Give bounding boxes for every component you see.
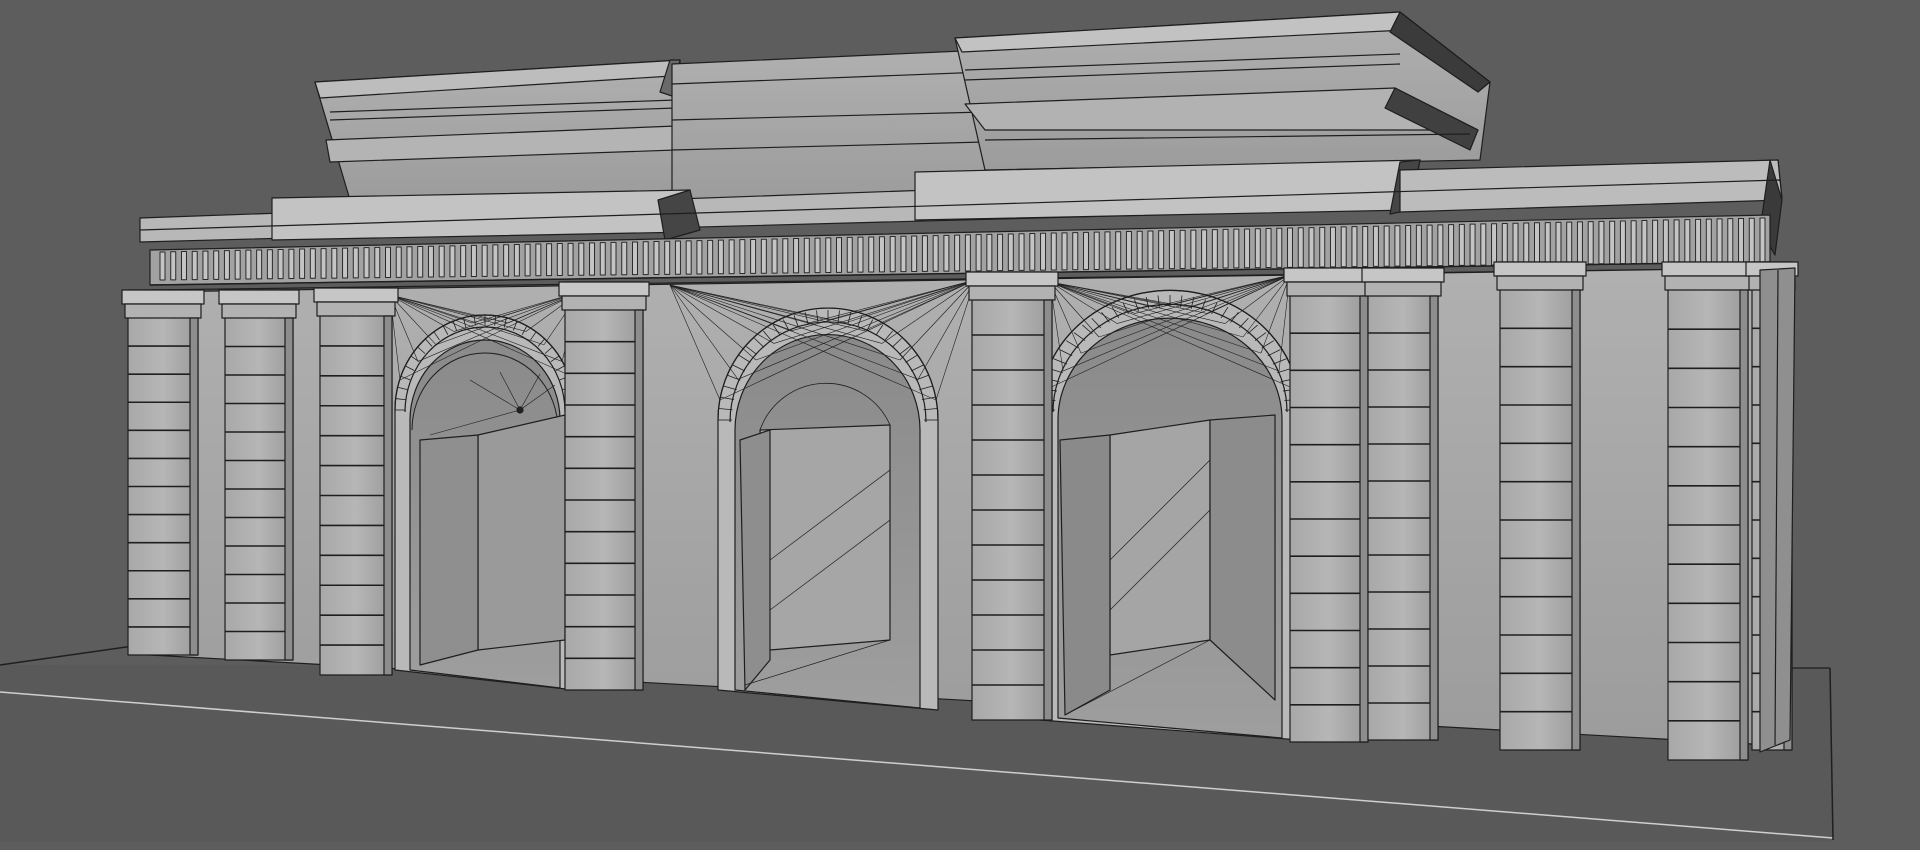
pilaster[interactable] (965, 271, 1059, 721)
pilaster[interactable] (313, 287, 399, 676)
pilaster[interactable] (1661, 261, 1755, 761)
attic-block-right (954, 11, 1491, 171)
pilaster[interactable] (558, 281, 650, 691)
arch-opening-left (394, 314, 576, 691)
pilaster[interactable] (1361, 267, 1445, 741)
arch-model[interactable] (121, 11, 1799, 761)
attic-block-left (314, 59, 681, 201)
pilaster[interactable] (121, 289, 205, 656)
scene-canvas[interactable] (0, 0, 1920, 850)
pilaster[interactable] (218, 289, 300, 661)
arch-opening-right (1039, 289, 1301, 741)
arch-opening-center (717, 307, 939, 711)
pilaster[interactable] (1283, 267, 1375, 743)
3d-viewport[interactable] (0, 0, 1920, 850)
pilaster[interactable] (1493, 261, 1587, 751)
right-end-return (1759, 267, 1796, 753)
